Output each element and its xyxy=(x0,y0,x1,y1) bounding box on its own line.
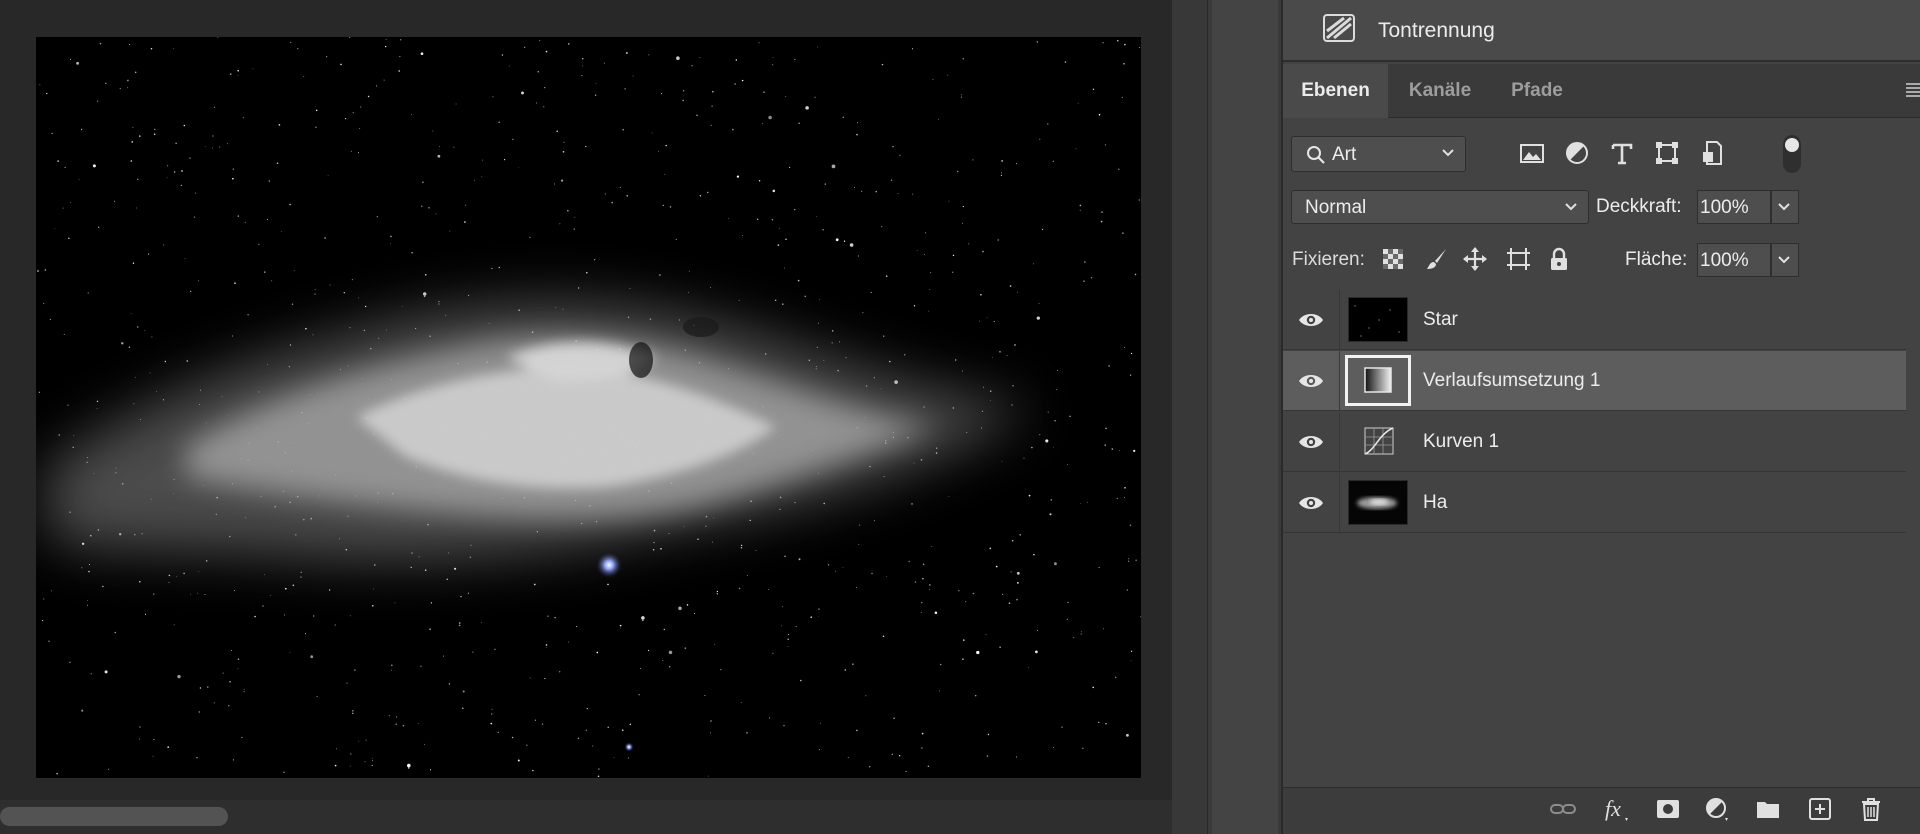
layer-row-curves[interactable]: Kurven 1 xyxy=(1283,412,1906,472)
shape-layer-filter-icon[interactable] xyxy=(1653,139,1681,167)
fill-label: Fläche: xyxy=(1625,249,1688,270)
layer-mask-icon[interactable] xyxy=(1654,796,1682,822)
filter-toggle[interactable] xyxy=(1783,135,1801,173)
tab-channels[interactable]: Kanäle xyxy=(1390,64,1490,118)
blend-mode-value: Normal xyxy=(1305,197,1367,218)
lock-position-icon[interactable] xyxy=(1462,246,1488,272)
panel-gutter xyxy=(1172,0,1207,834)
collapsed-dock xyxy=(1212,0,1278,834)
properties-header[interactable]: Tontrennung xyxy=(1283,0,1920,62)
lock-label: Fixieren: xyxy=(1292,249,1365,270)
visibility-eye-icon[interactable] xyxy=(1297,494,1325,512)
opacity-dropdown[interactable] xyxy=(1771,190,1799,224)
group-folder-icon[interactable] xyxy=(1754,796,1782,822)
lock-image-pixels-icon[interactable] xyxy=(1424,246,1450,272)
fill-dropdown[interactable] xyxy=(1771,243,1799,277)
panel-menu-icon[interactable] xyxy=(1906,82,1920,98)
layer-name[interactable]: Kurven 1 xyxy=(1423,431,1499,453)
nebula-image xyxy=(36,37,1141,778)
search-icon xyxy=(1307,146,1325,164)
pixel-layer-filter-icon[interactable] xyxy=(1518,139,1546,167)
chevron-down-icon xyxy=(1778,203,1790,211)
layer-thumbnail-nebula xyxy=(1348,480,1408,525)
visibility-eye-icon[interactable] xyxy=(1297,372,1325,390)
image-canvas[interactable] xyxy=(36,37,1141,778)
tab-layers[interactable]: Ebenen xyxy=(1283,64,1388,118)
adjustment-layer-filter-icon[interactable] xyxy=(1563,139,1591,167)
opacity-label: Deckkraft: xyxy=(1596,196,1682,217)
visibility-eye-icon[interactable] xyxy=(1297,433,1325,451)
lock-transparent-pixels-icon[interactable] xyxy=(1380,246,1406,272)
fill-input[interactable]: 100% xyxy=(1697,243,1771,277)
posterize-icon xyxy=(1323,14,1355,42)
layer-row-gradient-map[interactable]: Verlaufsumsetzung 1 xyxy=(1283,351,1906,411)
layer-name[interactable]: Ha xyxy=(1423,492,1447,514)
lock-artboard-icon[interactable] xyxy=(1505,246,1531,272)
panel-tabs: Ebenen Kanäle Pfade xyxy=(1283,64,1920,118)
layer-filter-select[interactable]: Art xyxy=(1291,136,1466,172)
new-layer-icon[interactable] xyxy=(1806,796,1834,822)
layer-row-ha[interactable]: Ha xyxy=(1283,473,1906,533)
layer-thumbnail-gradient-map xyxy=(1345,355,1411,406)
type-layer-filter-icon[interactable] xyxy=(1608,139,1636,167)
scrollbar-thumb[interactable] xyxy=(0,807,228,826)
curves-adjustment-icon xyxy=(1348,419,1408,464)
chevron-down-icon xyxy=(1778,256,1790,264)
lock-all-icon[interactable] xyxy=(1546,246,1572,272)
layer-name[interactable]: Verlaufsumsetzung 1 xyxy=(1423,370,1600,392)
fx-icon[interactable]: fx xyxy=(1603,796,1631,822)
properties-title: Tontrennung xyxy=(1378,19,1495,42)
layer-row-star[interactable]: Star xyxy=(1283,290,1906,350)
chevron-down-icon xyxy=(1442,149,1454,157)
layer-thumbnail-stars xyxy=(1348,297,1408,342)
opacity-input[interactable]: 100% xyxy=(1697,190,1771,224)
tab-paths[interactable]: Pfade xyxy=(1492,64,1582,118)
layer-name[interactable]: Star xyxy=(1423,309,1458,331)
adjustment-layer-icon[interactable] xyxy=(1703,796,1731,822)
chevron-down-icon xyxy=(1565,203,1577,211)
svg-text:fx: fx xyxy=(1605,796,1621,821)
smart-object-filter-icon[interactable] xyxy=(1698,139,1726,167)
visibility-eye-icon[interactable] xyxy=(1297,311,1325,329)
trash-icon[interactable] xyxy=(1857,796,1885,822)
filter-kind-label: Art xyxy=(1332,144,1357,165)
blend-mode-select[interactable]: Normal xyxy=(1291,190,1589,224)
layers-list: Star Verlaufsumsetzung 1 Kurven 1 Ha xyxy=(1283,290,1906,534)
link-layers-icon[interactable] xyxy=(1549,796,1577,822)
